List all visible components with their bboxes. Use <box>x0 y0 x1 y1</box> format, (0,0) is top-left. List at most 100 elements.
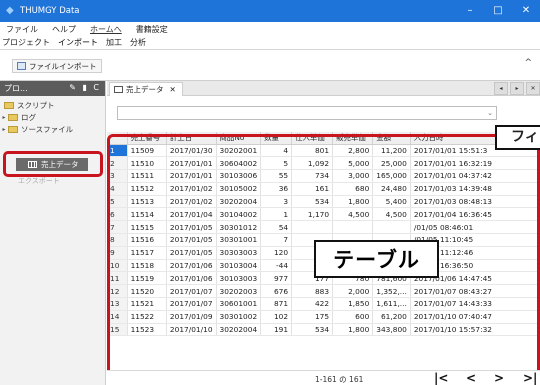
table-cell[interactable]: 165,000 <box>372 169 411 183</box>
column-header[interactable]: 計上日 <box>166 132 217 145</box>
table-cell[interactable]: 3,000 <box>332 169 374 183</box>
table-cell[interactable]: 977 <box>260 271 293 286</box>
collapse-ribbon-icon[interactable]: ^ <box>524 58 532 68</box>
tab-scroll-left-icon[interactable]: ◂ <box>494 82 508 95</box>
table-cell[interactable]: 11509 <box>127 144 167 158</box>
table-cell[interactable]: 30604002 <box>216 156 262 171</box>
table-cell[interactable]: 102 <box>260 310 293 324</box>
table-cell[interactable]: 30103003 <box>216 271 262 286</box>
table-row[interactable]: 2 11510 2017/01/01 30604002 5 1,092 5,000 25,00… <box>107 156 540 171</box>
table-cell[interactable]: 1,850 <box>332 297 374 311</box>
table-cell[interactable]: 11520 <box>127 284 167 299</box>
table-cell[interactable]: 11515 <box>127 220 167 235</box>
table-cell[interactable]: 11521 <box>127 297 167 311</box>
minimize-button[interactable]: – <box>456 0 484 22</box>
row-number-cell[interactable]: 14 <box>107 310 128 324</box>
table-cell[interactable]: 2,800 <box>332 144 374 158</box>
table-cell[interactable]: 2017/01/06 <box>166 259 217 273</box>
table-row[interactable]: 13 11521 2017/01/07 30601001 871 422 1,850 1,61… <box>107 297 540 311</box>
table-cell[interactable]: 11516 <box>127 233 167 247</box>
table-cell[interactable]: 30202003 <box>216 284 262 299</box>
table-cell[interactable]: 2017/01/07 <box>166 297 217 311</box>
table-cell[interactable]: 1,800 <box>332 323 374 337</box>
table-cell[interactable]: 30104002 <box>216 207 262 222</box>
tree-item-source-files[interactable]: ▸ ソースファイル <box>0 123 105 135</box>
table-cell[interactable]: 534 <box>291 195 334 209</box>
table-cell[interactable]: 2017/01/07 <box>166 284 217 299</box>
table-cell[interactable] <box>332 220 374 235</box>
file-import-button[interactable]: ファイルインポート <box>12 59 102 73</box>
table-cell[interactable]: 30105002 <box>216 182 262 196</box>
table-cell[interactable]: 2017/01/04 16:36:45 <box>410 207 540 222</box>
dropdown-arrow-icon[interactable]: ⌄ <box>487 109 493 117</box>
row-number-cell[interactable]: 9 <box>107 246 128 260</box>
row-number-cell[interactable]: 7 <box>107 220 128 235</box>
row-number-cell[interactable]: 8 <box>107 233 128 247</box>
menu-help[interactable]: ヘルプ <box>52 24 76 35</box>
row-number-cell[interactable]: 13 <box>107 297 128 311</box>
table-cell[interactable]: 2017/01/01 04:37:42 <box>410 169 540 183</box>
maximize-button[interactable]: □ <box>484 0 512 22</box>
tab-analyze[interactable]: 分析 <box>130 37 146 48</box>
table-cell[interactable]: 11514 <box>127 207 167 222</box>
tab-process[interactable]: 加工 <box>106 37 122 48</box>
table-cell[interactable]: 2,000 <box>332 284 374 299</box>
tab-import[interactable]: インポート <box>58 37 98 48</box>
table-cell[interactable]: 2017/01/10 07:40:47 <box>410 310 540 324</box>
table-row[interactable]: 7 11515 2017/01/05 30301012 54/01/05 08:46:0… <box>107 220 540 235</box>
menu-book-settings[interactable]: 書籍設定 <box>136 24 168 35</box>
table-cell[interactable]: 2017/01/02 <box>166 182 217 196</box>
tree-item-sales-data[interactable]: 売上データ <box>16 158 88 171</box>
table-cell[interactable]: 2017/01/30 <box>166 144 217 158</box>
table-cell[interactable]: 734 <box>291 169 334 183</box>
table-cell[interactable]: 175 <box>291 310 334 324</box>
table-cell[interactable] <box>372 220 411 235</box>
table-cell[interactable]: 25,000 <box>372 156 411 171</box>
table-cell[interactable]: 161 <box>291 182 334 196</box>
tab-scroll-right-icon[interactable]: ▸ <box>510 82 524 95</box>
row-number-cell[interactable]: 6 <box>107 207 128 222</box>
table-cell[interactable]: 61,200 <box>372 310 411 324</box>
tree-item-script[interactable]: スクリプト <box>0 99 105 111</box>
row-number-cell[interactable]: 1 <box>107 144 128 158</box>
table-cell[interactable]: 5 <box>260 156 293 171</box>
row-number-cell[interactable]: 12 <box>107 284 128 299</box>
table-cell[interactable]: 30601001 <box>216 297 262 311</box>
column-header[interactable]: 商品No <box>216 132 262 145</box>
tree-item-export[interactable]: エクスポート <box>18 176 60 186</box>
table-cell[interactable]: 11523 <box>127 323 167 337</box>
table-cell[interactable]: 2017/01/01 <box>166 156 217 171</box>
row-number-cell[interactable]: 2 <box>107 156 128 171</box>
close-all-tabs-icon[interactable]: ✕ <box>526 82 540 95</box>
table-cell[interactable]: 1,092 <box>291 156 334 171</box>
table-cell[interactable]: 30301012 <box>216 220 262 235</box>
table-cell[interactable]: 2017/01/05 <box>166 233 217 247</box>
row-number-header[interactable] <box>107 132 128 145</box>
table-cell[interactable]: 36 <box>260 182 293 196</box>
table-cell[interactable]: 4,500 <box>372 207 411 222</box>
expand-icon[interactable]: ▸ <box>0 126 8 133</box>
table-cell[interactable]: 11,200 <box>372 144 411 158</box>
table-cell[interactable]: 7 <box>260 233 293 247</box>
table-cell[interactable]: 11510 <box>127 156 167 171</box>
table-cell[interactable]: 30202001 <box>216 144 262 158</box>
column-header[interactable]: 売上番号 <box>127 132 167 145</box>
table-cell[interactable]: 191 <box>260 323 293 337</box>
table-cell[interactable]: 2017/01/05 <box>166 220 217 235</box>
close-button[interactable]: ✕ <box>512 0 540 22</box>
table-cell[interactable]: 54 <box>260 220 293 235</box>
close-tab-icon[interactable]: ✕ <box>170 85 176 94</box>
row-number-cell[interactable]: 3 <box>107 169 128 183</box>
table-row[interactable]: 14 11522 2017/01/09 30301002 102 175 600 61,200… <box>107 310 540 324</box>
table-cell[interactable]: 11517 <box>127 246 167 260</box>
table-cell[interactable]: 534 <box>291 323 334 337</box>
table-cell[interactable]: 2017/01/03 14:39:48 <box>410 182 540 196</box>
table-cell[interactable]: 30103004 <box>216 259 262 273</box>
menu-file[interactable]: ファイル <box>6 24 38 35</box>
next-page-button[interactable]: > <box>494 371 504 385</box>
table-cell[interactable]: 30301001 <box>216 233 262 247</box>
tab-sales-data[interactable]: 売上データ ✕ <box>109 82 183 96</box>
table-cell[interactable]: 600 <box>332 310 374 324</box>
table-row[interactable]: 4 11512 2017/01/02 30105002 36 161 680 24,480 20… <box>107 182 540 196</box>
table-cell[interactable]: 24,480 <box>372 182 411 196</box>
